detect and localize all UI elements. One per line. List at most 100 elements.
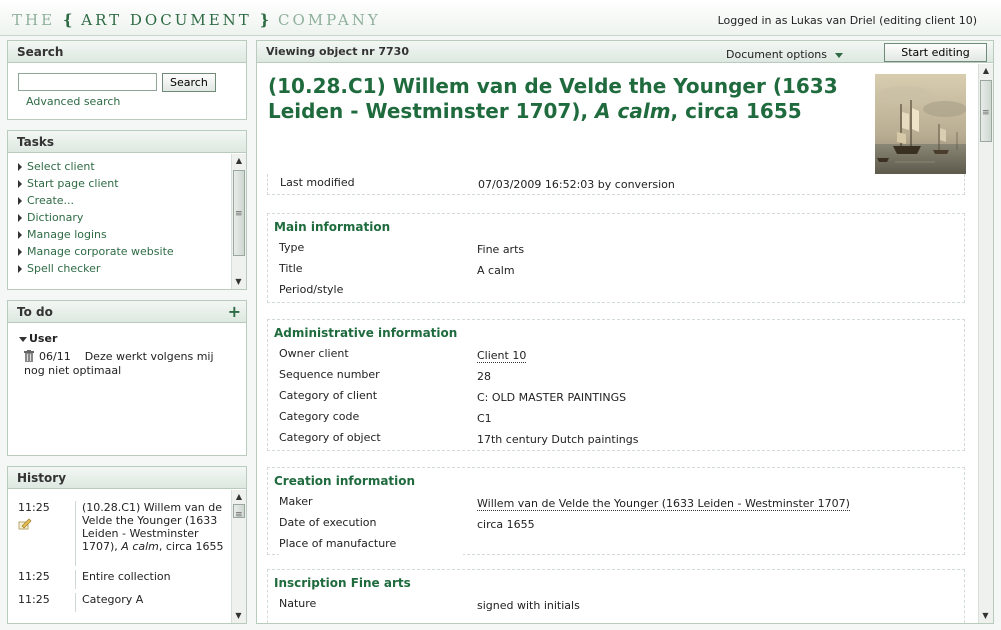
history-panel: History 11:25 (10.28.C1) Willem van de V… (7, 466, 247, 624)
field-label: Maker (279, 492, 463, 513)
tasks-panel-title: Tasks (8, 131, 246, 153)
field-row-place-of-manufacture: Place of manufacture (268, 534, 964, 555)
scroll-thumb[interactable] (233, 504, 245, 520)
field-row-category-code: Category code C1 (268, 407, 964, 428)
collapse-arrow-icon (19, 336, 27, 342)
tasks-panel: Tasks Select client Start page client Cr… (7, 130, 247, 290)
task-list: Select client Start page client Create..… (8, 153, 246, 279)
history-row[interactable]: 11:25 Entire collection (8, 566, 232, 589)
section-title: Administrative information (274, 326, 458, 340)
history-panel-title: History (8, 467, 246, 489)
add-todo-icon[interactable]: + (228, 302, 241, 321)
field-label: Sequence number (279, 365, 463, 386)
field-label: Category of client (279, 386, 463, 407)
scroll-up-arrow[interactable]: ▲ (232, 154, 246, 168)
field-row-sequence-number: Sequence number 28 (268, 365, 964, 386)
viewer-scrollbar[interactable]: ▲ ▼ (978, 64, 993, 623)
history-desc-italic: A calm (121, 540, 159, 553)
search-panel: Search Search Advanced search (7, 40, 247, 120)
company-logo[interactable]: THE { ART DOCUMENT } COMPANY (12, 11, 381, 29)
field-label: Nature (279, 594, 463, 615)
scroll-thumb[interactable] (980, 80, 992, 142)
document-options-dropdown[interactable]: Document options (726, 48, 843, 61)
task-start-page-client[interactable]: Start page client (18, 177, 246, 194)
field-label: Category code (279, 407, 463, 428)
last-modified-label: Last modified (280, 176, 355, 189)
history-time: 11:25 (18, 501, 50, 514)
search-input[interactable] (18, 73, 157, 91)
history-row[interactable]: 11:25 (10.28.C1) Willem van de Velde the… (8, 491, 232, 566)
search-panel-title: Search (8, 41, 246, 63)
field-row-period-style: Period/style (268, 280, 964, 301)
scroll-down-arrow[interactable]: ▼ (232, 275, 245, 289)
section-main-information: Main information Type Fine arts Title A … (267, 213, 965, 303)
field-label: Owner client (279, 344, 463, 365)
task-dictionary[interactable]: Dictionary (18, 211, 246, 228)
last-modified-row: Last modified 07/03/2009 16:52:03 by con… (267, 174, 965, 195)
logo-brace-open: { (62, 11, 74, 29)
task-select-client[interactable]: Select client (18, 160, 246, 177)
scroll-thumb[interactable] (233, 170, 245, 256)
arrow-right-icon (18, 163, 22, 171)
field-row-category-of-object: Category of object 17th century Dutch pa… (268, 428, 964, 449)
field-row-nature: Nature signed with initials (268, 594, 964, 615)
viewer-header: Viewing object nr 7730 Document options … (257, 41, 993, 63)
task-spell-checker[interactable]: Spell checker (18, 262, 246, 279)
field-value: A calm (477, 264, 515, 277)
start-editing-button[interactable]: Start editing (884, 43, 987, 62)
field-row-owner-client: Owner client Client 10 (268, 344, 964, 365)
field-value: 17th century Dutch paintings (477, 433, 639, 446)
todo-panel-title: To do + (8, 301, 246, 323)
field-row-title: Title A calm (268, 259, 964, 280)
search-button[interactable]: Search (162, 73, 216, 92)
arrow-right-icon (18, 214, 22, 222)
field-label: Date of execution (279, 513, 463, 534)
todo-group-user[interactable]: User (8, 323, 246, 345)
section-creation-information: Creation information Maker Willem van de… (267, 467, 965, 555)
todo-panel: To do + User 06/11 Deze werkt volgens mi… (7, 300, 247, 456)
section-title: Inscription Fine arts (274, 576, 411, 590)
scroll-down-arrow[interactable]: ▼ (979, 609, 992, 623)
field-value: Fine arts (477, 243, 525, 256)
scroll-up-arrow[interactable]: ▲ (232, 490, 246, 504)
tasks-scrollbar[interactable]: ▲ ▼ (231, 154, 246, 289)
field-label: Period/style (279, 280, 463, 301)
field-label: Category of object (279, 428, 463, 449)
section-inscription-fine-arts: Inscription Fine arts Nature signed with… (267, 569, 965, 623)
logo-company: COMPANY (278, 11, 381, 29)
history-desc: Category A (82, 593, 144, 606)
logo-the: THE (12, 11, 56, 29)
top-bar: THE { ART DOCUMENT } COMPANY Logged in a… (0, 0, 1001, 36)
viewing-object-label: Viewing object nr 7730 (266, 45, 409, 58)
viewer-scroll-track[interactable]: ▲ ▼ (979, 64, 993, 623)
advanced-search-link[interactable]: Advanced search (26, 95, 246, 108)
field-label: Place of manufacture (279, 534, 463, 555)
scroll-down-arrow[interactable]: ▼ (232, 609, 245, 623)
painting-thumbnail[interactable] (875, 74, 966, 174)
section-title: Creation information (274, 474, 416, 488)
field-label: Type (279, 238, 463, 259)
arrow-right-icon (18, 180, 22, 188)
field-value: C: OLD MASTER PAINTINGS (477, 391, 627, 404)
history-scrollbar[interactable]: ▲ ▼ (231, 490, 246, 623)
object-title: (10.28.C1) Willem van de Velde the Young… (268, 74, 838, 123)
arrow-right-icon (18, 248, 22, 256)
arrow-right-icon (18, 265, 22, 273)
field-value: circa 1655 (477, 518, 535, 531)
logo-brace-close: } (259, 11, 271, 29)
edit-pencil-icon (18, 518, 32, 530)
task-manage-logins[interactable]: Manage logins (18, 228, 246, 245)
field-row-type: Type Fine arts (268, 238, 964, 259)
field-row-category-of-client: Category of client C: OLD MASTER PAINTIN… (268, 386, 964, 407)
trash-icon[interactable] (24, 350, 34, 362)
history-row[interactable]: 11:25 Category A (8, 589, 232, 612)
field-value: C1 (477, 412, 492, 425)
owner-client-link[interactable]: Client 10 (477, 349, 527, 363)
todo-item[interactable]: 06/11 Deze werkt volgens mij nog niet op… (8, 345, 246, 378)
task-create[interactable]: Create... (18, 194, 246, 211)
last-modified-value: 07/03/2009 16:52:03 by conversion (478, 178, 675, 191)
maker-link[interactable]: Willem van de Velde the Younger (1633 Le… (477, 497, 850, 511)
task-manage-corporate-website[interactable]: Manage corporate website (18, 245, 246, 262)
history-desc-tail: , circa 1655 (158, 540, 224, 553)
scroll-up-arrow[interactable]: ▲ (979, 64, 993, 78)
